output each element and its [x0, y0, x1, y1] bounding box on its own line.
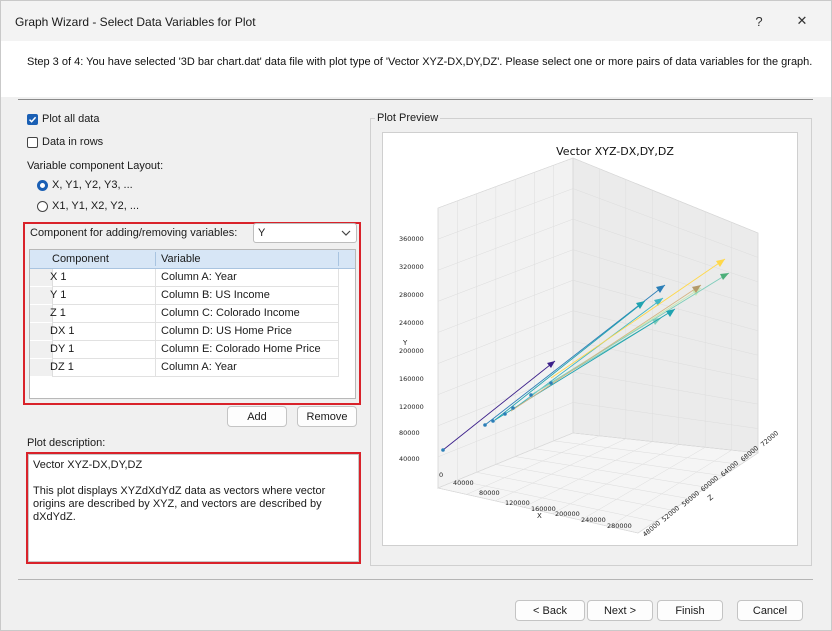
- title-bar: Graph Wizard - Select Data Variables for…: [1, 1, 831, 41]
- row-divider: [52, 358, 339, 359]
- table-header: Component Variable: [30, 250, 355, 269]
- origin-point: [503, 412, 507, 416]
- header-divider: [155, 252, 156, 266]
- x-axis-label: X: [537, 512, 542, 520]
- table-row[interactable]: Z 1 Column C: Colorado Income: [30, 305, 355, 322]
- row-component: DZ 1: [50, 361, 74, 373]
- plot-preview-label: Plot Preview: [375, 112, 441, 124]
- row-component: Z 1: [50, 307, 66, 319]
- help-button[interactable]: ?: [745, 9, 773, 33]
- row-component: X 1: [50, 271, 67, 283]
- origin-point: [549, 381, 553, 385]
- checkbox-unchecked-icon: [27, 136, 38, 148]
- finish-button[interactable]: Finish: [657, 600, 723, 621]
- plot-all-data-checkbox[interactable]: Plot all data: [27, 113, 99, 125]
- plot-description-label: Plot description:: [27, 437, 106, 449]
- back-pane-left: [437, 157, 574, 489]
- x-tick: 0: [439, 471, 443, 479]
- y-axis-label: Y: [402, 339, 408, 347]
- close-button[interactable]: ✕: [788, 9, 816, 33]
- origin-point: [529, 393, 533, 397]
- component-selected-value: Y: [258, 227, 266, 239]
- header-variable: Variable: [161, 253, 201, 265]
- x-tick: 40000: [453, 479, 474, 487]
- y-tick: 240000: [399, 319, 424, 327]
- window-title: Graph Wizard - Select Data Variables for…: [15, 15, 256, 29]
- add-button[interactable]: Add: [227, 406, 287, 427]
- row-divider: [52, 376, 339, 377]
- radio-selected-icon: [37, 179, 48, 191]
- origin-point: [483, 423, 487, 427]
- table-row[interactable]: DY 1 Column E: Colorado Home Price: [30, 341, 355, 358]
- y-tick: 320000: [399, 263, 424, 271]
- data-in-rows-checkbox[interactable]: Data in rows: [27, 136, 103, 148]
- table-row[interactable]: DZ 1 Column A: Year: [30, 359, 355, 376]
- radio-unselected-icon: [37, 200, 48, 212]
- row-variable: Column A: Year: [161, 361, 237, 373]
- plot-all-data-label: Plot all data: [42, 113, 100, 125]
- chevron-down-icon: [340, 226, 352, 243]
- row-divider: [52, 340, 339, 341]
- data-in-rows-label: Data in rows: [42, 136, 104, 148]
- table-row[interactable]: X 1 Column A: Year: [30, 269, 355, 286]
- row-component: DY 1: [50, 343, 75, 355]
- row-variable: Column A: Year: [161, 271, 237, 283]
- row-divider: [52, 304, 339, 305]
- checkbox-checked-icon: [27, 113, 38, 125]
- y-tick: 40000: [399, 455, 420, 463]
- plot-preview: Vector XYZ-DX,DY,DZ 360000 320000 280000…: [382, 132, 798, 546]
- row-divider: [52, 322, 339, 323]
- plot-description-text: Vector XYZ-DX,DY,DZ This plot displays X…: [28, 454, 359, 562]
- footer-separator: [18, 579, 813, 580]
- back-button[interactable]: < Back: [515, 600, 585, 621]
- origin-point: [441, 448, 445, 452]
- y-tick: 120000: [399, 403, 424, 411]
- y-tick: 80000: [399, 429, 420, 437]
- row-variable: Column C: Colorado Income: [161, 307, 300, 319]
- y-tick: 360000: [399, 235, 424, 243]
- table-row[interactable]: Y 1 Column B: US Income: [30, 287, 355, 304]
- cancel-button[interactable]: Cancel: [737, 600, 803, 621]
- component-label: Component for adding/removing variables:: [30, 227, 238, 239]
- row-divider: [52, 286, 339, 287]
- origin-point: [511, 406, 515, 410]
- y-tick: 280000: [399, 291, 424, 299]
- step-text: Step 3 of 4: You have selected '3D bar c…: [27, 56, 813, 68]
- y-tick: 160000: [399, 375, 424, 383]
- row-component: Y 1: [50, 289, 67, 301]
- x-tick: 280000: [607, 522, 632, 530]
- row-variable: Column B: US Income: [161, 289, 270, 301]
- layout-label: Variable component Layout:: [27, 160, 164, 172]
- layout-option-x-y1-y2[interactable]: X, Y1, Y2, Y3, ...: [37, 179, 133, 191]
- description-body: This plot displays XYZdXdYdZ data as vec…: [33, 485, 326, 523]
- component-select[interactable]: Y: [253, 223, 357, 243]
- header-divider: [338, 252, 339, 266]
- x-tick: 200000: [555, 510, 580, 518]
- row-variable: Column E: Colorado Home Price: [161, 343, 321, 355]
- x-tick: 160000: [531, 505, 556, 513]
- header-component: Component: [52, 253, 109, 265]
- row-variable: Column D: US Home Price: [161, 325, 292, 337]
- layout-option2-label: X1, Y1, X2, Y2, ...: [52, 200, 140, 212]
- layout-option-x1-y1-x2[interactable]: X1, Y1, X2, Y2, ...: [37, 200, 139, 212]
- next-button[interactable]: Next >: [587, 600, 653, 621]
- header-separator: [18, 99, 813, 100]
- chart-title: Vector XYZ-DX,DY,DZ: [556, 145, 674, 158]
- remove-button[interactable]: Remove: [297, 406, 357, 427]
- description-title: Vector XYZ-DX,DY,DZ: [33, 459, 143, 471]
- graph-wizard-window: Graph Wizard - Select Data Variables for…: [0, 0, 832, 631]
- layout-option1-label: X, Y1, Y2, Y3, ...: [52, 179, 133, 191]
- step-header: Step 3 of 4: You have selected '3D bar c…: [1, 41, 831, 97]
- variables-table: Component Variable X 1 Column A: Year Y …: [29, 249, 356, 399]
- x-tick: 80000: [479, 489, 500, 497]
- x-tick: 240000: [581, 516, 606, 524]
- x-tick: 120000: [505, 499, 530, 507]
- row-component: DX 1: [50, 325, 75, 337]
- origin-point: [491, 419, 495, 423]
- table-row[interactable]: DX 1 Column D: US Home Price: [30, 323, 355, 340]
- y-tick: 200000: [399, 347, 424, 355]
- vector-plot-svg: Vector XYZ-DX,DY,DZ 360000 320000 280000…: [393, 137, 787, 541]
